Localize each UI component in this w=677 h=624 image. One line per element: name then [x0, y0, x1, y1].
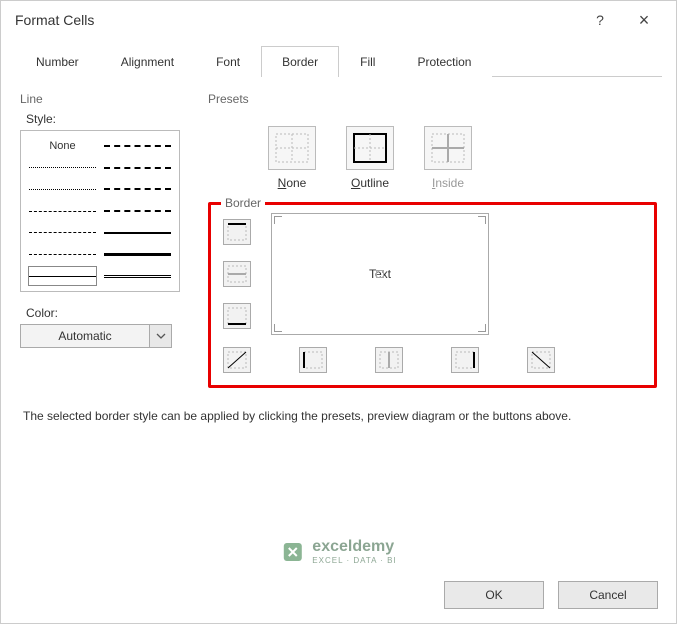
hint-text: The selected border style can be applied… [23, 409, 654, 423]
preview-text: Text [369, 267, 391, 281]
close-button[interactable]: × [622, 5, 666, 35]
line-style-dashed-thin[interactable] [29, 202, 96, 220]
dialog-title: Format Cells [15, 12, 578, 28]
border-preview[interactable]: Text [271, 213, 489, 335]
line-style-med-dash-dot-dot[interactable] [104, 137, 171, 155]
line-style-none[interactable]: None [29, 137, 96, 155]
watermark: exceldemy EXCEL · DATA · BI [280, 538, 396, 565]
tab-font[interactable]: Font [195, 46, 261, 77]
preset-none-button[interactable] [268, 126, 316, 170]
border-group-label: Border [221, 196, 265, 210]
line-style-dash-dot-dot[interactable] [29, 246, 96, 264]
border-section-highlight: Border Text [208, 202, 657, 388]
color-dropdown-button[interactable] [150, 324, 172, 348]
preset-outline-label: Outline [351, 176, 389, 190]
border-top-icon [227, 223, 247, 241]
border-left-icon [303, 351, 323, 369]
border-left-button[interactable] [299, 347, 327, 373]
border-diag-up-button[interactable] [223, 347, 251, 373]
presets-group-label: Presets [208, 92, 657, 106]
line-style-list[interactable]: None [20, 130, 180, 292]
border-middle-v-icon [379, 351, 399, 369]
border-bottom-button[interactable] [223, 303, 251, 329]
line-style-thick[interactable] [104, 246, 171, 264]
border-middle-v-button[interactable] [375, 347, 403, 373]
line-style-hair[interactable] [29, 159, 96, 177]
line-style-dotted[interactable] [29, 180, 96, 198]
border-middle-h-button[interactable] [223, 261, 251, 287]
line-group: Line Style: None [19, 91, 189, 389]
tab-strip: Number Alignment Font Border Fill Protec… [15, 45, 662, 77]
line-group-label: Line [20, 92, 188, 106]
line-style-med-dash-dot[interactable] [104, 202, 171, 220]
tab-border[interactable]: Border [261, 46, 339, 77]
border-right-icon [455, 351, 475, 369]
border-middle-h-icon [227, 265, 247, 283]
watermark-sub: EXCEL · DATA · BI [312, 556, 396, 565]
border-diag-down-button[interactable] [527, 347, 555, 373]
tab-alignment[interactable]: Alignment [100, 46, 195, 77]
chevron-down-icon [156, 333, 166, 339]
preset-outline-icon [353, 133, 387, 163]
dialog-footer: OK Cancel [444, 581, 658, 609]
line-style-double[interactable] [104, 267, 171, 285]
line-style-slant-dash-dot[interactable] [104, 159, 171, 177]
format-cells-dialog: Format Cells ? × Number Alignment Font B… [0, 0, 677, 624]
preset-inside-icon [431, 133, 465, 163]
watermark-brand: exceldemy [312, 538, 394, 555]
preset-outline-button[interactable] [346, 126, 394, 170]
help-button[interactable]: ? [578, 5, 622, 35]
tab-protection[interactable]: Protection [396, 46, 492, 77]
border-diag-down-icon [531, 351, 551, 369]
line-style-thin[interactable] [29, 267, 96, 285]
tab-fill[interactable]: Fill [339, 46, 396, 77]
watermark-logo-icon [280, 540, 304, 564]
ok-button[interactable]: OK [444, 581, 544, 609]
tab-number[interactable]: Number [15, 46, 100, 77]
style-label: Style: [26, 112, 188, 126]
border-top-button[interactable] [223, 219, 251, 245]
presets-row: None Outline Inside [208, 112, 657, 198]
color-label: Color: [26, 306, 188, 320]
preset-none-icon [275, 133, 309, 163]
preset-inside-label: Inside [432, 176, 464, 190]
line-style-medium[interactable] [104, 224, 171, 242]
titlebar: Format Cells ? × [1, 1, 676, 39]
border-bottom-icon [227, 307, 247, 325]
border-diag-up-icon [227, 351, 247, 369]
cancel-button[interactable]: Cancel [558, 581, 658, 609]
line-style-dash-dot[interactable] [29, 224, 96, 242]
preset-none-label: None [278, 176, 307, 190]
color-select[interactable]: Automatic [20, 324, 150, 348]
border-right-button[interactable] [451, 347, 479, 373]
preset-inside-button[interactable] [424, 126, 472, 170]
right-column: Presets None Outline [207, 91, 658, 389]
line-style-med-dashed[interactable] [104, 180, 171, 198]
